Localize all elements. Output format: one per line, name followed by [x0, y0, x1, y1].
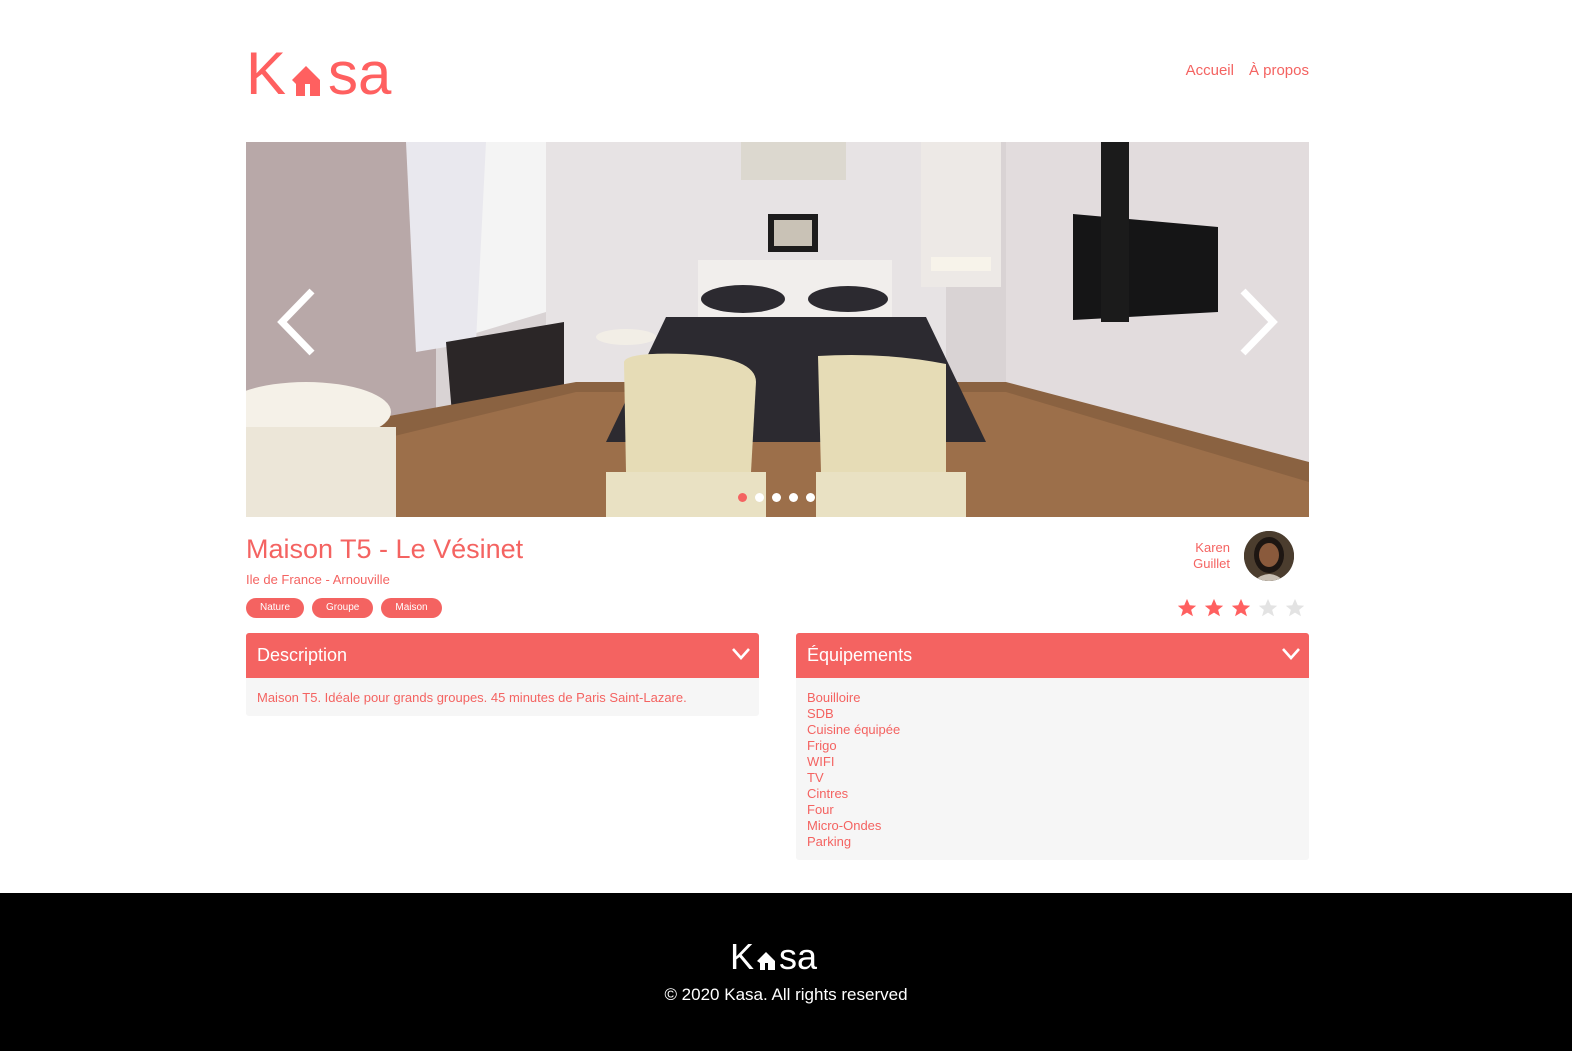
star-icon-empty	[1258, 598, 1278, 617]
kasa-logo-footer: K sa	[730, 939, 818, 971]
description-title: Description	[257, 645, 348, 665]
host-card: Karen Guillet	[1170, 531, 1294, 581]
svg-text:sa: sa	[779, 939, 818, 971]
tag-maison: Maison	[381, 598, 442, 618]
nav-link-a-propos[interactable]: À propos	[1249, 62, 1309, 80]
carousel-dot[interactable]	[755, 493, 764, 502]
equipment-item: Cuisine équipée	[807, 722, 901, 737]
equipments-toggle[interactable]: Équipements	[796, 633, 1309, 678]
listing-location: Ile de France - Arnouville	[246, 572, 390, 587]
equipments-collapse: Équipements Bouilloire SDB Cuisine équip…	[796, 633, 1309, 860]
equipment-item: WIFI	[807, 754, 835, 769]
svg-text:K: K	[730, 939, 754, 971]
chevron-right-icon[interactable]	[1235, 287, 1281, 357]
nav-link-accueil[interactable]: Accueil	[1186, 62, 1234, 80]
star-icon-filled	[1204, 598, 1224, 617]
equipment-item: Frigo	[807, 738, 837, 753]
tag-list: Nature Groupe Maison	[246, 598, 442, 618]
host-last-name: Guillet	[1193, 556, 1230, 571]
description-text: Maison T5. Idéale pour grands groupes. 4…	[257, 690, 687, 705]
star-icon-empty	[1285, 598, 1305, 617]
svg-text:K: K	[246, 44, 286, 98]
description-collapse: Description Maison T5. Idéale pour grand…	[246, 633, 759, 716]
chevron-down-icon[interactable]	[731, 646, 751, 662]
carousel-dot[interactable]	[806, 493, 815, 502]
host-name: Karen Guillet	[1193, 540, 1230, 572]
main-nav: Accueil À propos	[1186, 62, 1309, 80]
avatar	[1244, 531, 1294, 581]
star-icon-filled	[1231, 598, 1251, 617]
site-header: K sa Accueil À propos	[246, 44, 1309, 100]
chevron-left-icon[interactable]	[274, 287, 320, 357]
site-footer: K sa © 2020 Kasa. All rights reserved	[0, 893, 1572, 1051]
description-toggle[interactable]: Description	[246, 633, 759, 678]
kasa-logo[interactable]: K sa	[246, 44, 406, 98]
svg-text:sa: sa	[328, 44, 392, 98]
equipment-item: Micro-Ondes	[807, 818, 882, 833]
equipment-item: Four	[807, 802, 834, 817]
image-carousel	[246, 142, 1309, 517]
equipments-body: Bouilloire SDB Cuisine équipée Frigo WIF…	[796, 678, 1309, 860]
equipment-item: Cintres	[807, 786, 849, 801]
equipment-item: TV	[807, 770, 824, 785]
star-icon-filled	[1177, 598, 1197, 617]
chevron-down-icon[interactable]	[1281, 646, 1301, 662]
tag-nature: Nature	[246, 598, 305, 618]
rating-stars	[1176, 597, 1306, 619]
listing-title: Maison T5 - Le Vésinet	[246, 534, 524, 564]
equipments-title: Équipements	[807, 645, 913, 665]
equipment-item: Parking	[807, 834, 852, 849]
carousel-dot[interactable]	[738, 493, 747, 502]
description-body: Maison T5. Idéale pour grands groupes. 4…	[246, 678, 759, 716]
copyright-text: © 2020 Kasa. All rights reserved	[664, 985, 908, 1004]
carousel-dot[interactable]	[789, 493, 798, 502]
host-first-name: Karen	[1195, 540, 1230, 555]
carousel-dot[interactable]	[772, 493, 781, 502]
tag-groupe: Groupe	[312, 598, 374, 618]
carousel-image	[246, 142, 1309, 517]
carousel-indicators	[738, 493, 815, 502]
equipment-list: Bouilloire SDB Cuisine équipée Frigo WIF…	[807, 690, 1298, 850]
equipment-item: SDB	[807, 706, 834, 721]
equipment-item: Bouilloire	[807, 690, 861, 705]
